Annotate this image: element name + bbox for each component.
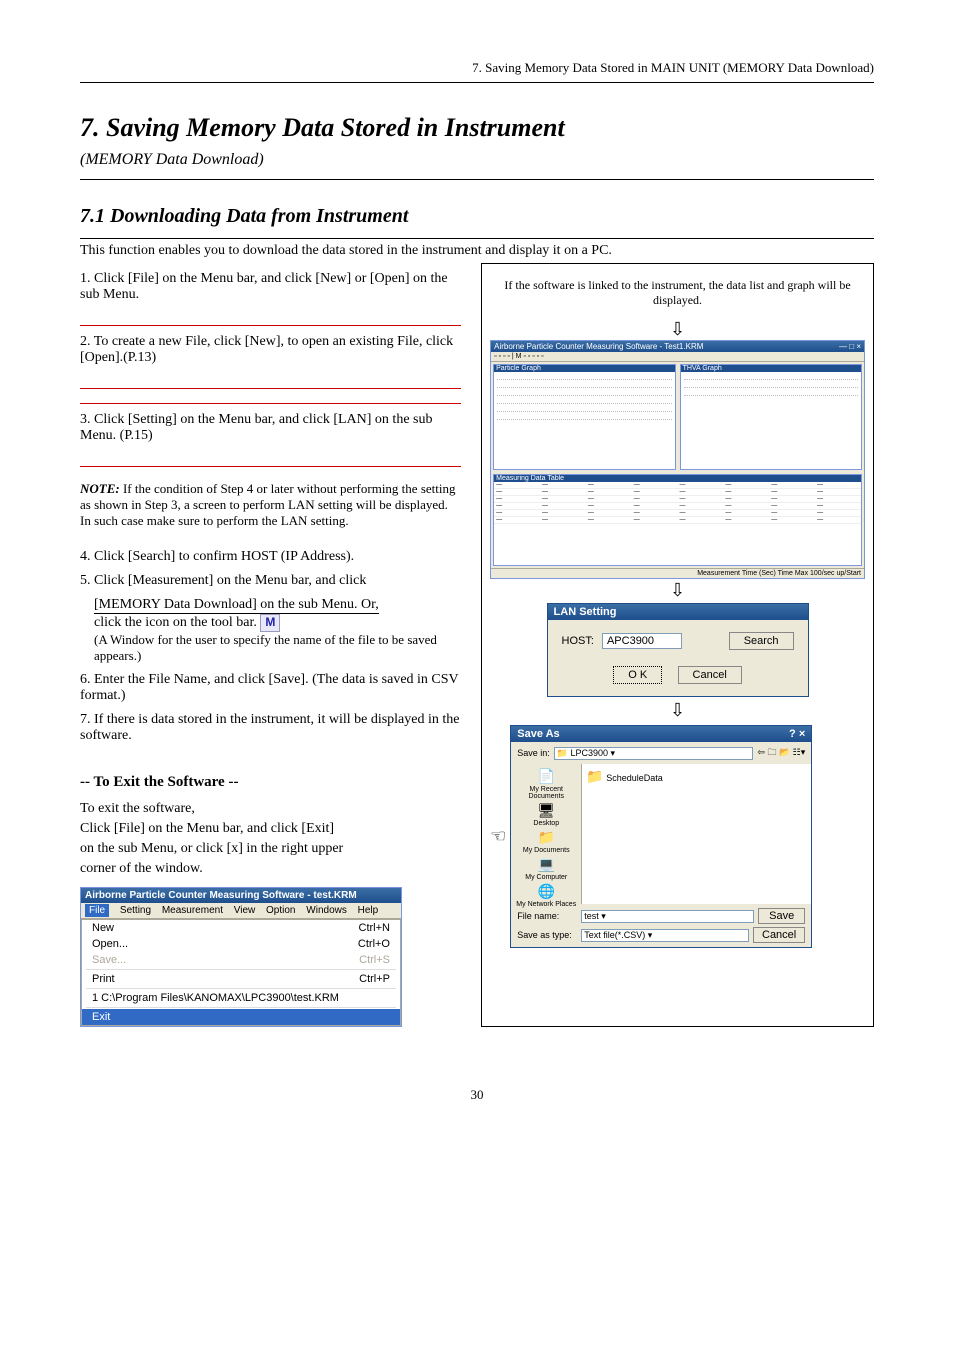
hand-pointer-icon [490,826,506,847]
menu-item-exit[interactable]: Exit [82,1009,400,1025]
status-bar: Measurement Time (Sec) Time Max 100/sec … [491,568,864,578]
app-title: Airborne Particle Counter Measuring Soft… [81,888,401,903]
ok-button[interactable]: O K [613,666,662,684]
step-7: 7. If there is data stored in the instru… [80,712,461,744]
red-underline [80,389,461,404]
step-4: 4. Click [Search] to confirm HOST (IP Ad… [80,549,461,565]
cancel-button[interactable]: Cancel [753,927,805,943]
right-illustration-column: If the software is linked to the instrum… [481,263,874,1027]
host-label: HOST: [562,635,594,647]
app-title: Airborne Particle Counter Measuring Soft… [494,342,703,351]
menu-item-recent[interactable]: 1 C:\Program Files\KANOMAX\LPC3900\test.… [82,990,400,1006]
save-button[interactable]: Save [758,908,805,924]
memory-download-icon: M [260,614,280,632]
lan-setting-dialog: LAN Setting HOST: APC3900 Search O K Can… [547,603,809,697]
help-menu[interactable]: Help [358,905,379,916]
section-rule [80,238,874,239]
step-1: 1. Click [File] on the Menu bar, and cli… [80,271,461,303]
red-underline [80,452,461,467]
exit-heading: -- To Exit the Software -- [80,774,461,791]
chapter-title: 7. Saving Memory Data Stored in Instrume… [80,113,874,143]
arrow-down-icon: ⇩ [490,320,865,338]
file-specify-suffix: (A Window for the user to specify the na… [94,632,461,664]
dialog-help-close[interactable]: ? × [789,728,805,740]
note-title: NOTE: [80,481,120,496]
arrow-down-icon: ⇩ [490,581,865,599]
window-controls[interactable]: — □ × [839,342,861,351]
particle-graph-panel: Particle Graph [493,364,675,470]
host-input[interactable]: APC3900 [602,633,682,649]
option-menu[interactable]: Option [266,905,295,916]
click-icon-text: click the icon on the tool bar. [94,615,257,630]
folder-item[interactable]: ScheduleData [606,773,663,783]
file-dropdown: NewCtrl+N Open...Ctrl+O Save...Ctrl+S Pr… [81,919,401,1026]
chapter-subtitle: (MEMORY Data Download) [80,151,874,169]
main-app-screenshot: Airborne Particle Counter Measuring Soft… [490,340,865,579]
menu-item-print[interactable]: PrintCtrl+P [82,971,400,987]
note-body: If the condition of Step 4 or later with… [80,481,455,528]
menu-item-open[interactable]: Open...Ctrl+O [82,936,400,952]
setting-menu[interactable]: Setting [120,905,151,916]
place-mydocs[interactable]: My Documents [523,829,570,854]
view-menu[interactable]: View [234,905,256,916]
exit-line-3: on the sub Menu, or click [x] in the rig… [80,841,461,857]
memory-download-item: [MEMORY Data Download] on the sub Menu. … [94,597,379,614]
step-5: 5. Click [Measurement] on the Menu bar, … [80,573,461,589]
chapter-rule [80,179,874,180]
menu-item-save: Save...Ctrl+S [82,952,400,968]
exit-line-2: Click [File] on the Menu bar, and click … [80,821,461,837]
save-as-dialog: Save As ? × Save in: 📁 LPC3900 ▾ ⇦ 🗀 📂 ☷… [510,725,812,948]
exit-line-1: To exit the software, [80,801,461,817]
right-caption: If the software is linked to the instrum… [490,272,865,318]
place-mycomputer[interactable]: My Computer [525,856,567,881]
red-underline [80,311,461,326]
step-2: 2. To create a new File, click [New], to… [80,334,461,366]
place-recent[interactable]: My Recent Documents [511,768,581,800]
place-network[interactable]: My Network Places [516,883,576,908]
file-menu[interactable]: File [85,904,109,917]
section-intro: This function enables you to download th… [80,243,874,259]
lan-dialog-title: LAN Setting [548,604,808,620]
page-number: 30 [80,1087,874,1103]
exit-line-4: corner of the window. [80,861,461,877]
data-table-panel: Measuring Data Table ———————— ———————— —… [493,474,862,566]
save-in-label: Save in: [517,748,550,758]
nav-icons[interactable]: ⇦ 🗀 📂 ☷▾ [757,745,805,761]
file-menu-screenshot: Airborne Particle Counter Measuring Soft… [80,887,402,1027]
save-type-dropdown[interactable]: Text file(*.CSV) ▾ [581,929,749,942]
menu-bar: File Setting Measurement View Option Win… [81,903,401,919]
section-title: 7.1 Downloading Data from Instrument [80,205,874,228]
file-list-area[interactable]: ScheduleData [582,764,811,904]
thva-graph-panel: THVA Graph [680,364,862,470]
cancel-button[interactable]: Cancel [678,666,742,684]
measurement-menu[interactable]: Measurement [162,905,223,916]
header-rule [80,82,874,83]
search-button[interactable]: Search [729,632,794,650]
page-running-header: 7. Saving Memory Data Stored in MAIN UNI… [80,60,874,78]
file-name-input[interactable]: test ▾ [581,910,754,923]
step-3: 3. Click [Setting] on the Menu bar, and … [80,412,461,444]
save-in-dropdown[interactable]: 📁 LPC3900 ▾ [554,747,754,760]
arrow-down-icon: ⇩ [490,701,865,719]
windows-menu[interactable]: Windows [306,905,347,916]
red-underline [80,374,461,389]
step-6: 6. Enter the File Name, and click [Save]… [80,672,461,704]
app-toolbar: ▫ ▫ ▫ ▫ | M ▫ ▫ ▫ ▫ ▫ [491,352,864,362]
note-box: NOTE: If the condition of Step 4 or late… [80,481,461,529]
places-bar: My Recent Documents Desktop My Documents… [511,764,582,904]
save-type-label: Save as type: [517,930,577,940]
file-name-label: File name: [517,911,577,921]
place-desktop[interactable]: Desktop [533,802,559,827]
menu-item-new[interactable]: NewCtrl+N [82,920,400,936]
save-dialog-title: Save As [517,728,559,740]
